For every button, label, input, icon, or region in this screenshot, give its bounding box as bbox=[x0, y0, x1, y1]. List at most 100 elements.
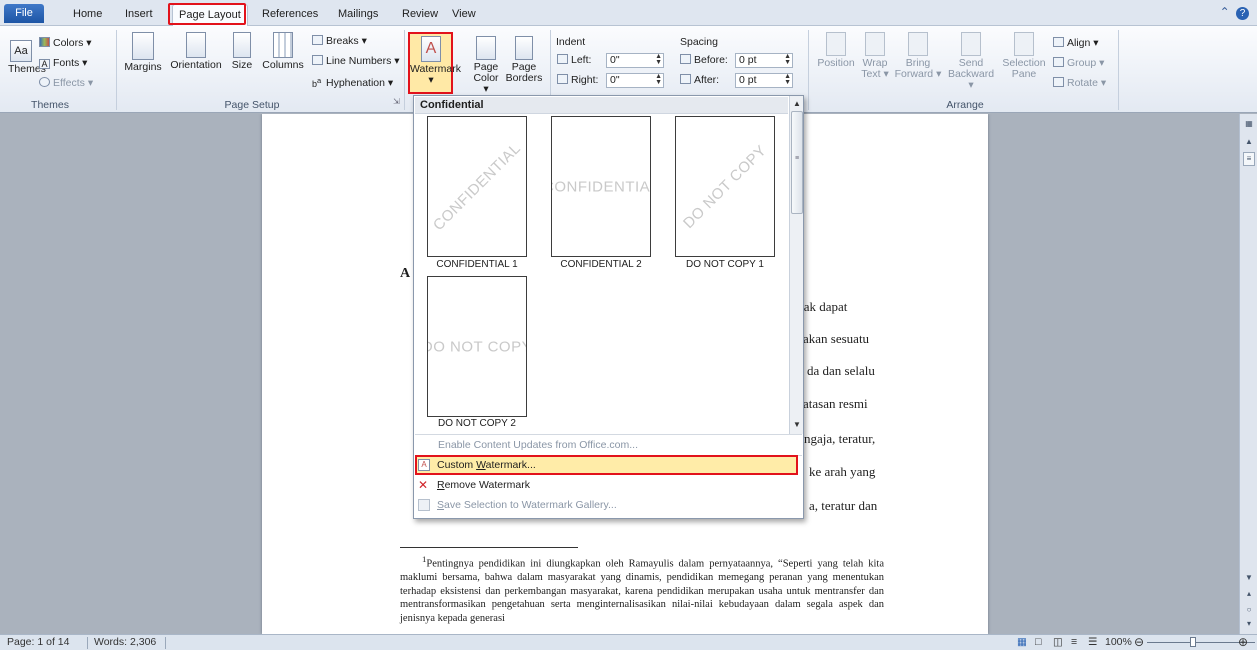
watermark-button[interactable]: A Watermark ▾ bbox=[410, 36, 461, 86]
tab-view[interactable]: View bbox=[446, 4, 482, 26]
line-numbers-button[interactable]: Line Numbers ▾ bbox=[312, 54, 400, 68]
previous-page-icon[interactable]: ▴ bbox=[1243, 588, 1255, 600]
zoom-in-icon[interactable]: ⊕ bbox=[1238, 635, 1248, 650]
watermark-thumbnail[interactable]: DO NOT COPY bbox=[675, 116, 775, 257]
send-backward-button[interactable]: Send Backward ▾ bbox=[945, 32, 997, 91]
page-color-button[interactable]: Page Color ▾ bbox=[470, 36, 502, 95]
scroll-down-icon[interactable]: ▼ bbox=[1243, 572, 1255, 584]
next-page-icon[interactable]: ▾ bbox=[1243, 618, 1255, 630]
indent-left-input[interactable]: 0" ▲ ▼ bbox=[606, 53, 664, 68]
margins-icon bbox=[132, 32, 154, 60]
help-icon[interactable]: ? bbox=[1236, 7, 1249, 20]
custom-watermark-item[interactable]: A Custom Watermark... bbox=[414, 455, 801, 475]
gallery-scrollbar[interactable]: ▲ ≡ ▼ bbox=[789, 96, 803, 434]
effects-icon bbox=[39, 77, 50, 87]
wrap-text-icon bbox=[865, 32, 885, 56]
bring-forward-icon bbox=[908, 32, 928, 56]
indent-right-input[interactable]: 0" ▲ ▼ bbox=[606, 73, 664, 88]
indent-left-label: Left: bbox=[557, 53, 591, 67]
colors-button[interactable]: Colors ▾ bbox=[39, 36, 92, 50]
scroll-up-icon[interactable]: ▲ bbox=[1243, 136, 1255, 148]
tab-mailings[interactable]: Mailings bbox=[332, 4, 384, 26]
web-layout-icon[interactable]: ◫ bbox=[1053, 635, 1063, 650]
orientation-button[interactable]: Orientation bbox=[165, 32, 227, 71]
remove-watermark-icon: ✕ bbox=[418, 478, 429, 492]
spacing-after-input[interactable]: 0 pt ▲ ▼ bbox=[735, 73, 793, 88]
remove-watermark-item[interactable]: ✕ Remove Watermark bbox=[414, 475, 801, 495]
watermark-sample-text: CONFIDENTIAL bbox=[429, 139, 525, 234]
columns-button[interactable]: Columns bbox=[259, 32, 307, 71]
spacing-before-spinner-icon[interactable]: ▲ ▼ bbox=[784, 53, 791, 66]
orientation-icon bbox=[186, 32, 206, 58]
hyphenation-icon: ba bbox=[312, 76, 322, 89]
page-color-icon bbox=[476, 36, 496, 60]
watermark-label: CONFIDENTIAL 1 bbox=[436, 259, 518, 270]
draft-view-icon[interactable]: ☰ bbox=[1088, 635, 1097, 650]
arrange-group-label: Arrange bbox=[946, 99, 984, 111]
scroll-thumb[interactable]: ≡ bbox=[1243, 152, 1255, 166]
print-layout-view-icon[interactable]: ▦ bbox=[1017, 635, 1027, 650]
spacing-after-spinner-icon[interactable]: ▲ ▼ bbox=[784, 73, 791, 86]
outline-view-icon[interactable]: ≡ bbox=[1071, 635, 1077, 650]
page-setup-group-label: Page Setup bbox=[224, 99, 280, 111]
watermark-thumbnail[interactable]: DO NOT COPY bbox=[427, 276, 527, 417]
page-borders-icon bbox=[515, 36, 533, 60]
ruler-toggle-icon[interactable]: ▦ bbox=[1243, 118, 1255, 130]
page-borders-button[interactable]: Page Borders bbox=[505, 36, 543, 84]
indent-left-spinner-icon[interactable]: ▲ ▼ bbox=[655, 53, 662, 66]
save-selection-to-gallery-item[interactable]: Save Selection to Watermark Gallery... bbox=[414, 495, 801, 515]
word-count[interactable]: Words: 2,306 bbox=[94, 635, 156, 650]
effects-button[interactable]: Effects ▾ bbox=[39, 76, 93, 90]
page-count[interactable]: Page: 1 of 14 bbox=[7, 635, 69, 650]
browse-object-icon[interactable]: ○ bbox=[1243, 604, 1255, 616]
bring-forward-button[interactable]: Bring Forward ▾ bbox=[894, 32, 942, 80]
hyphenation-button[interactable]: ba Hyphenation ▾ bbox=[312, 74, 393, 89]
minimize-ribbon-icon[interactable]: ⌃ bbox=[1220, 5, 1230, 19]
tab-file[interactable]: File bbox=[4, 4, 44, 23]
gallery-scroll-up-icon[interactable]: ▲ bbox=[791, 97, 803, 110]
tab-insert[interactable]: Insert bbox=[119, 4, 159, 26]
tab-home[interactable]: Home bbox=[67, 4, 108, 26]
wrap-text-button[interactable]: Wrap Text ▾ bbox=[858, 32, 892, 80]
size-button[interactable]: Size bbox=[226, 32, 258, 71]
gallery-scroll-thumb[interactable]: ≡ bbox=[791, 111, 803, 214]
tab-review[interactable]: Review bbox=[396, 4, 444, 26]
fonts-icon: A bbox=[39, 59, 50, 69]
zoom-level[interactable]: 100% bbox=[1105, 635, 1132, 650]
position-button[interactable]: Position bbox=[814, 32, 858, 69]
footnote-text: Pentingnya pendidikan ini diungkapkan ol… bbox=[400, 558, 884, 624]
body-line: ngaja, teratur, bbox=[804, 431, 876, 446]
group-button[interactable]: Group ▾ bbox=[1053, 56, 1104, 70]
watermark-thumbnail[interactable]: CONFIDENTIAL bbox=[427, 116, 527, 257]
themes-button[interactable]: Aa Themes bbox=[8, 40, 46, 75]
margins-button[interactable]: Margins bbox=[120, 32, 166, 73]
vertical-scrollbar[interactable]: ▦ ▲ ≡ ▼ ▴ ○ ▾ bbox=[1239, 114, 1257, 634]
indent-right-icon bbox=[557, 74, 568, 84]
breaks-icon bbox=[312, 35, 323, 45]
spacing-before-input[interactable]: 0 pt ▲ ▼ bbox=[735, 53, 793, 68]
section-heading: A bbox=[400, 266, 411, 281]
body-line: ke arah yang bbox=[809, 464, 876, 479]
align-icon bbox=[1053, 37, 1064, 47]
rotate-button[interactable]: Rotate ▾ bbox=[1053, 76, 1106, 90]
watermark-thumbnail[interactable]: CONFIDENTIAL bbox=[551, 116, 651, 257]
indent-right-spinner-icon[interactable]: ▲ ▼ bbox=[655, 73, 662, 86]
selection-pane-button[interactable]: Selection Pane bbox=[1001, 32, 1047, 80]
enable-content-updates-item[interactable]: Enable Content Updates from Office.com..… bbox=[415, 435, 802, 455]
zoom-out-icon[interactable]: ⊖ bbox=[1134, 635, 1144, 650]
zoom-slider-thumb[interactable] bbox=[1190, 637, 1196, 647]
fonts-button[interactable]: A Fonts ▾ bbox=[39, 56, 87, 70]
tab-references[interactable]: References bbox=[256, 4, 324, 26]
themes-icon: Aa bbox=[10, 40, 32, 62]
align-button[interactable]: Align ▾ bbox=[1053, 36, 1099, 50]
page-setup-launcher-icon[interactable]: ⇲ bbox=[393, 95, 400, 109]
selection-pane-icon bbox=[1014, 32, 1034, 56]
watermark-sample-text: DO NOT COPY bbox=[680, 141, 770, 232]
watermark-icon: A bbox=[421, 36, 441, 62]
gallery-section-header: Confidential bbox=[415, 97, 788, 114]
indent-label: Indent bbox=[556, 36, 586, 48]
colors-icon bbox=[39, 37, 50, 47]
breaks-button[interactable]: Breaks ▾ bbox=[312, 34, 367, 48]
full-screen-reading-icon[interactable]: □ bbox=[1035, 635, 1041, 650]
gallery-scroll-down-icon[interactable]: ▼ bbox=[791, 418, 803, 431]
